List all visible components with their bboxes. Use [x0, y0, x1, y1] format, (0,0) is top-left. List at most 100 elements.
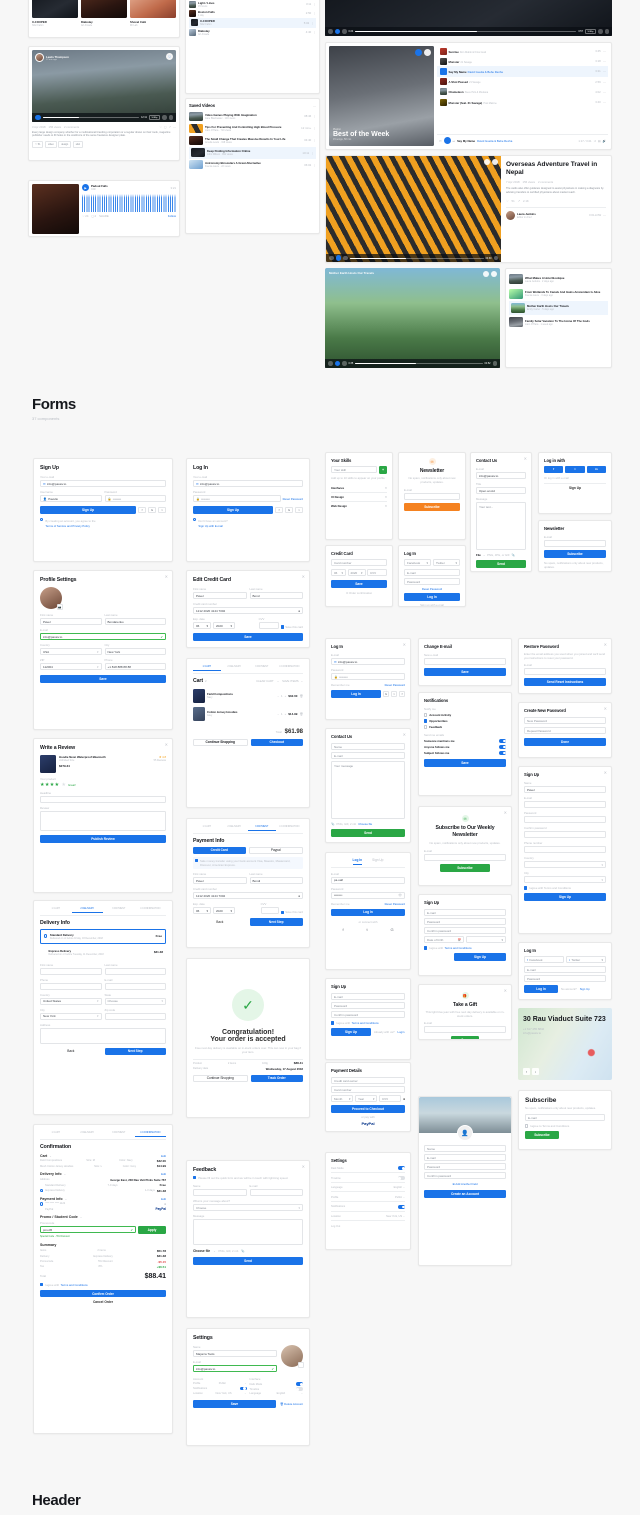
qty-plus[interactable]: +: [285, 694, 287, 698]
card-number-input[interactable]: 1212 2020 4144 7002 ●: [193, 607, 303, 614]
tab-twitter[interactable]: t Twitter ▾: [566, 956, 606, 963]
skill-row[interactable]: Interfaces ✕: [331, 484, 387, 493]
track-comments[interactable]: ◻ 2: [91, 214, 96, 218]
fullscreen-icon[interactable]: [168, 115, 173, 120]
login-button[interactable]: Sign Up: [193, 506, 273, 514]
done-button[interactable]: Done: [524, 738, 606, 746]
agree-checkbox[interactable]: [424, 946, 428, 950]
media-tile[interactable]: Shovel Café Mr Lab: [130, 0, 176, 27]
step-cart[interactable]: 1 CART: [193, 665, 221, 671]
radio-card[interactable]: [40, 1202, 44, 1206]
media-tile[interactable]: X-COUPER Nils Frahm: [32, 0, 78, 27]
login-button[interactable]: Log In: [404, 593, 460, 601]
next-step-button[interactable]: Next Step: [104, 1047, 166, 1056]
email-input[interactable]: info@passiv.io ✔: [193, 1365, 277, 1372]
close-icon[interactable]: ✕: [604, 643, 607, 647]
login-button[interactable]: Log In: [331, 908, 405, 917]
step-delivery[interactable]: 2 DELIVERY: [72, 1131, 104, 1137]
password-input[interactable]: Password: [424, 918, 506, 925]
facebook-icon[interactable]: f: [275, 506, 283, 513]
email-input[interactable]: [249, 1189, 303, 1197]
email-input[interactable]: [544, 540, 606, 547]
signup-button[interactable]: Sign Up: [524, 893, 606, 901]
map-card[interactable]: 30 Rau Viaduct Suite 723 +1 617 455 8842…: [518, 1008, 612, 1080]
back-button[interactable]: Back: [40, 1049, 102, 1053]
logout-button[interactable]: Log Out: [331, 1225, 340, 1228]
proceed-checkout-button[interactable]: Proceed to Checkout: [331, 1105, 405, 1113]
choose-file-button[interactable]: Choose file: [358, 822, 372, 826]
play-icon[interactable]: ▶: [82, 184, 89, 191]
close-icon[interactable]: ✕: [524, 457, 527, 461]
nature-video-controls[interactable]: 0:35 04:52: [325, 359, 500, 368]
prev-icon[interactable]: [328, 361, 333, 366]
exp-year-select[interactable]: 2020 ▾: [347, 569, 366, 576]
attach-icon[interactable]: 📎: [512, 553, 515, 557]
email-input[interactable]: E-mail: [404, 569, 460, 576]
progress-bar[interactable]: [355, 363, 483, 364]
card-number-input[interactable]: Card number: [331, 1086, 405, 1093]
facebook-icon[interactable]: f: [523, 1068, 530, 1075]
more-icon[interactable]: ⋮: [311, 21, 314, 25]
reset-password-link[interactable]: Reset Password: [404, 587, 460, 591]
twitter-button[interactable]: t: [565, 466, 585, 473]
radio-express[interactable]: [40, 1188, 44, 1193]
exp-month-select[interactable]: Month ▾: [331, 1095, 354, 1102]
exp-month-select[interactable]: 06 ▾: [331, 569, 346, 576]
create-account-button[interactable]: Create an Account: [424, 1190, 506, 1198]
step-payment[interactable]: 3 PAYMENT: [248, 665, 276, 671]
track-order-button[interactable]: Track Order: [250, 1074, 303, 1083]
tab-signup[interactable]: Sign Up: [372, 858, 383, 865]
dark-mode-toggle[interactable]: [398, 1166, 405, 1170]
tab-facebook[interactable]: f Facebook: [524, 956, 564, 963]
track-row[interactable]: Monster (feat. 21 Savage) Post Malone 3:4…: [437, 97, 608, 107]
last-name-input[interactable]: [104, 967, 166, 975]
google-icon[interactable]: G: [148, 506, 156, 513]
more-icon[interactable]: ⋯: [603, 100, 606, 104]
list-item[interactable]: Light / Lines 15 hours 3:11 ⋮: [189, 0, 316, 9]
progress-bar[interactable]: [42, 117, 140, 118]
media-tile[interactable]: Diabolay Art Arcade: [81, 0, 127, 27]
agree-checkbox[interactable]: [331, 1021, 335, 1025]
more-icon[interactable]: ⋯: [603, 90, 606, 94]
confirm-password-input[interactable]: Confirm password: [331, 1011, 405, 1018]
repeat-password-input[interactable]: Repeat Password: [524, 727, 606, 734]
more-icon[interactable]: ⋯: [173, 125, 176, 129]
check-feedback[interactable]: [424, 725, 428, 729]
new-email-input[interactable]: [424, 658, 506, 665]
saved-video-row[interactable]: Astronomy Binoculars A Great Alternative…: [189, 159, 316, 171]
continue-shopping-button[interactable]: Continue Shopping: [193, 738, 248, 747]
more-icon[interactable]: ⋯: [603, 49, 606, 53]
related-row[interactable]: Mother Earth Hosts Our Travels Emily Cart…: [509, 300, 608, 316]
next-icon[interactable]: [342, 29, 347, 34]
remember-me-label[interactable]: Remember me: [331, 683, 350, 687]
clear-cart-button[interactable]: CLEAR CART: [256, 679, 274, 683]
email-input[interactable]: [524, 801, 606, 808]
agree-checkbox[interactable]: [524, 886, 528, 890]
signup-link[interactable]: Sign up with e-mail: [404, 603, 460, 607]
toggle-subject-follows[interactable]: [499, 751, 506, 755]
login-button[interactable]: Log In: [524, 985, 558, 993]
exp-month-select[interactable]: 06 ▾: [193, 622, 211, 629]
cvv-input[interactable]: [258, 622, 279, 629]
next-icon[interactable]: ⏭: [453, 139, 456, 143]
delete-icon[interactable]: 🗑: [299, 694, 303, 698]
more-icon[interactable]: ⋮: [311, 151, 314, 155]
share-icon[interactable]: ↗: [168, 125, 171, 129]
email-input[interactable]: ✉ info@passiv.io: [193, 480, 303, 487]
bookmark-icon[interactable]: ♡: [166, 53, 173, 60]
player-controls[interactable]: 0:24 3:57 1080p: [325, 27, 612, 36]
topic-select[interactable]: Choose ▾: [193, 1204, 303, 1212]
related-row[interactable]: What Makes A Hotel Boutique Laura Jenkins…: [509, 272, 608, 286]
avatar[interactable]: 📷: [40, 587, 63, 610]
repeat-icon[interactable]: [604, 29, 609, 34]
country-select[interactable]: ▾: [524, 861, 606, 868]
email-input[interactable]: ✉ info@passiv.io: [331, 658, 405, 665]
password-input[interactable]: Password: [404, 578, 460, 585]
radio-standard[interactable]: [44, 934, 48, 938]
prev-icon[interactable]: [328, 29, 333, 34]
play-icon[interactable]: [415, 49, 422, 56]
close-icon[interactable]: ✕: [302, 1165, 305, 1169]
checkout-button[interactable]: Checkout: [250, 738, 303, 747]
email-input[interactable]: E-mail: [331, 752, 405, 759]
toggle-follows[interactable]: [499, 745, 506, 749]
